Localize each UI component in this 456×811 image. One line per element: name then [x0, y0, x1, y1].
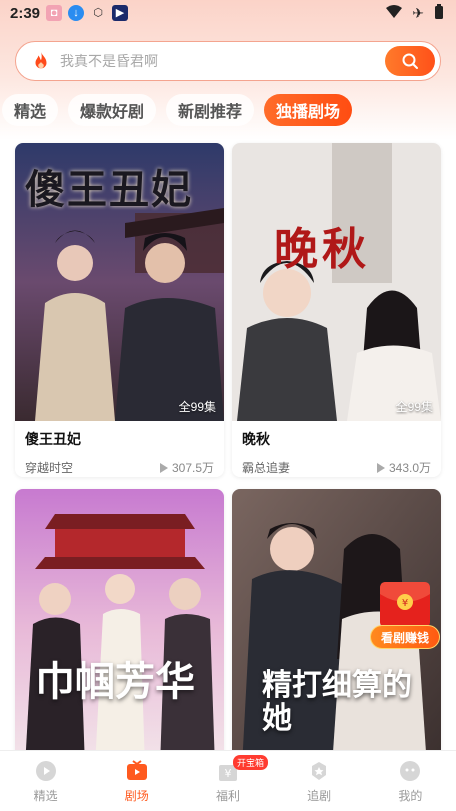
episode-count: 全99集 [178, 400, 216, 414]
drama-card[interactable]: 巾帼芳华 [15, 489, 224, 767]
status-bar: 2:39 ◘ ↓ ⬡ ▶ ✈ [0, 0, 456, 26]
drama-poster: 傻王丑妃 全99集 [15, 143, 224, 421]
play-count-icon [159, 462, 168, 473]
nav-label: 剧场 [124, 789, 149, 803]
poster-title: 傻王丑妃 [25, 166, 193, 213]
category-tabs: 精选 爆款好剧 新剧推荐 独播剧场 [0, 92, 456, 128]
play-count: 343.0万 [388, 461, 431, 475]
search-input[interactable] [60, 53, 385, 69]
poster-title: 精打细算的她 [262, 668, 412, 736]
wifi-icon [386, 4, 403, 22]
nav-label: 追剧 [307, 789, 332, 803]
tab-exclusive[interactable]: 独播剧场 [264, 94, 353, 126]
search-icon [402, 53, 418, 69]
drama-title: 晚秋 [242, 431, 270, 447]
treasure-box-badge: 开宝箱 [232, 755, 268, 770]
tab-new[interactable]: 新剧推荐 [166, 94, 255, 126]
poster-title: 晚秋 [274, 224, 370, 275]
cube-icon: ⬡ [93, 7, 103, 19]
drama-card[interactable]: 傻王丑妃 全99集 傻王丑妃 穿越时空 307.5万 [15, 143, 224, 477]
bottom-navigation: 精选 剧场 ¥ 开宝箱 福利 追剧 我的 [0, 750, 456, 811]
search-button[interactable] [385, 46, 435, 76]
play-circle-icon [35, 761, 56, 781]
download-icon: ↓ [68, 5, 85, 21]
svg-text:¥: ¥ [224, 767, 231, 780]
episode-count: 全99集 [395, 400, 433, 414]
nav-welfare[interactable]: ¥ 开宝箱 福利 [193, 755, 268, 804]
earn-money-promo[interactable]: ¥ 看剧赚钱 [370, 580, 442, 652]
airplane-icon: ✈ [412, 4, 424, 21]
play-count: 307.5万 [171, 461, 214, 475]
tv-icon [126, 760, 147, 780]
red-packet-icon: ¥ [380, 582, 430, 628]
face-icon [400, 761, 421, 781]
svg-text:¥: ¥ [402, 598, 408, 609]
nav-theater[interactable]: 剧场 [102, 759, 172, 804]
fire-icon [35, 51, 47, 69]
tab-hot[interactable]: 爆款好剧 [68, 94, 157, 126]
drama-poster: 晚秋 全99集 [232, 143, 441, 421]
nav-label: 精选 [33, 789, 58, 803]
status-time: 2:39 [10, 4, 41, 22]
drama-title: 傻王丑妃 [25, 431, 81, 447]
poster-image [15, 489, 224, 767]
battery-icon [434, 3, 444, 23]
nav-featured[interactable]: 精选 [11, 759, 81, 804]
drama-genre: 霸总追妻 [242, 461, 291, 475]
nav-label: 我的 [398, 789, 423, 803]
earn-money-label: 看剧赚钱 [370, 625, 440, 649]
star-icon [312, 762, 327, 780]
nav-follow[interactable]: 追剧 [284, 759, 354, 804]
poster-image [232, 143, 441, 421]
drama-grid: 傻王丑妃 全99集 傻王丑妃 穿越时空 307.5万 晚秋 全99集 晚秋 霸总… [15, 143, 441, 767]
poster-title: 巾帼芳华 [35, 658, 195, 705]
nav-profile[interactable]: 我的 [375, 759, 445, 804]
nav-label: 福利 [215, 789, 240, 803]
drama-card[interactable]: 晚秋 全99集 晚秋 霸总追妻 343.0万 [232, 143, 441, 477]
search-bar[interactable] [15, 41, 441, 81]
tab-featured[interactable]: 精选 [2, 94, 59, 126]
play-count-icon [376, 462, 385, 473]
drama-genre: 穿越时空 [25, 461, 74, 475]
app-notification-icon: ▶ [112, 5, 129, 21]
notification-app-icon: ◘ [46, 5, 63, 21]
drama-poster: 巾帼芳华 [15, 489, 224, 767]
